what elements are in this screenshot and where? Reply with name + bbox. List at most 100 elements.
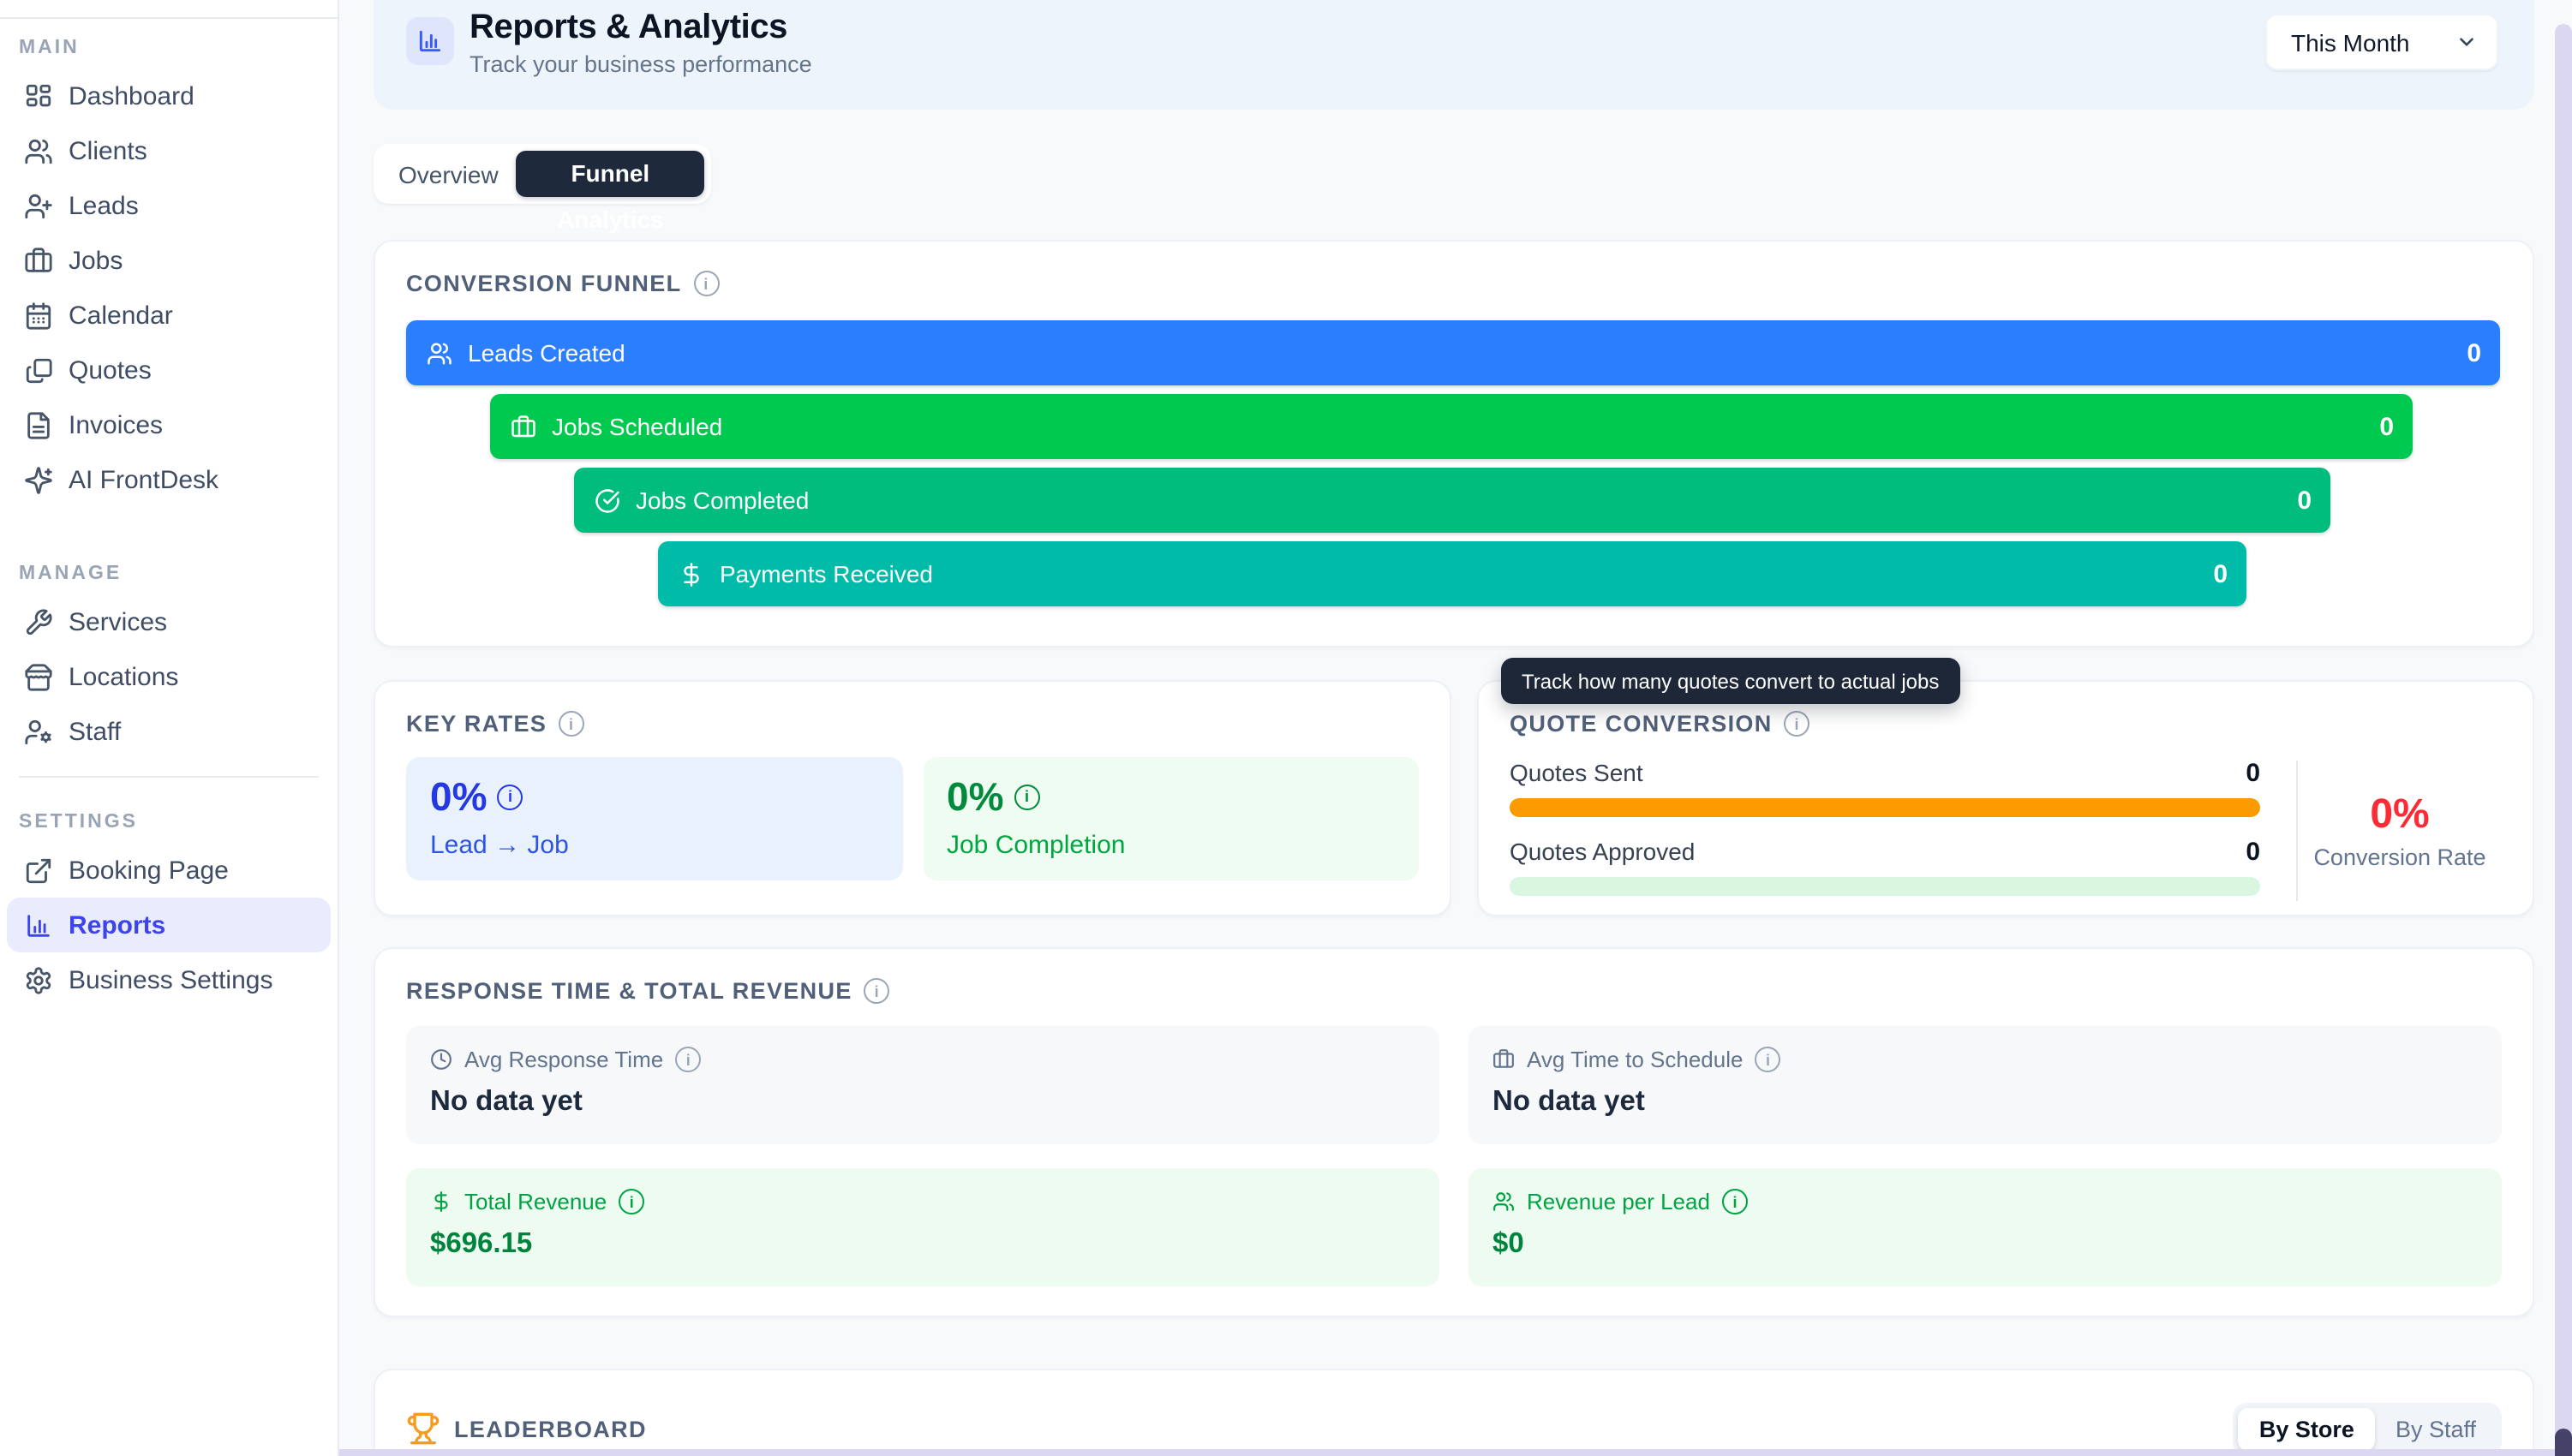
dollar-icon [430,1190,452,1213]
conversion-funnel-card: CONVERSION FUNNEL i Leads Created 0 Jobs… [374,240,2534,647]
sidebar-item-business-settings[interactable]: Business Settings [7,952,331,1007]
sidebar-item-label: Reports [69,910,165,940]
dollar-icon [679,561,704,587]
sparkles-icon [24,465,53,494]
funnel-stage-leads-created: Leads Created 0 [406,320,2500,385]
leaderboard-title: LEADERBOARD [454,1416,647,1441]
sidebar-item-label: Calendar [69,301,173,330]
briefcase-icon [24,246,53,275]
funnel-stage-jobs-scheduled: Jobs Scheduled 0 [490,394,2413,459]
tile-label: Avg Time to Schedule [1527,1047,1743,1072]
info-icon[interactable]: i [559,711,584,737]
sidebar-item-label: Quotes [69,355,152,385]
file-text-icon [24,410,53,439]
horizontal-scrollbar-track[interactable] [339,1449,2555,1456]
rate-value: 0% [947,774,1004,819]
vertical-scrollbar-thumb[interactable] [2555,1429,2572,1456]
funnel-stage-label: Jobs Completed [636,486,809,514]
clock-icon [430,1048,452,1071]
chart-column-icon [24,910,53,940]
tile-value: No data yet [430,1086,1415,1119]
quotes-sent-label: Quotes Sent [1510,759,1643,786]
sidebar-item-clients[interactable]: Clients [7,123,331,178]
tooltip: Track how many quotes convert to actual … [1501,658,1959,704]
by-store-button[interactable]: By Store [2239,1407,2375,1450]
sidebar-item-booking-page[interactable]: Booking Page [7,843,331,898]
info-icon[interactable]: i [1722,1189,1748,1214]
copy-icon [24,355,53,385]
by-staff-button[interactable]: By Staff [2375,1407,2497,1450]
quote-conversion-card: Track how many quotes convert to actual … [1477,680,2534,916]
chart-column-icon [416,27,444,55]
rate-label: Job Completion [947,831,1395,860]
sidebar-item-leads[interactable]: Leads [7,178,331,233]
info-icon[interactable]: i [619,1189,644,1214]
sidebar-item-jobs[interactable]: Jobs [7,233,331,288]
user-gear-icon [24,717,53,746]
sidebar-item-label: AI FrontDesk [69,465,218,494]
sidebar-section-manage: MANAGE [0,564,338,594]
sidebar-item-staff[interactable]: Staff [7,704,331,759]
check-circle-icon [595,487,620,513]
funnel-stage-jobs-completed: Jobs Completed 0 [574,468,2330,533]
key-rates-title: KEY RATES [406,711,547,737]
sidebar-item-label: Dashboard [69,81,194,110]
info-icon[interactable]: i [693,271,719,296]
total-revenue-tile: Total Revenue i $696.15 [406,1168,1439,1286]
quotes-approved-value: 0 [2246,837,2260,866]
info-icon[interactable]: i [1014,784,1040,809]
key-rates-card: KEY RATES i 0% i Lead → Job 0% i Job Com… [374,680,1451,916]
sidebar-item-locations[interactable]: Locations [7,649,331,704]
avg-response-time-tile: Avg Response Time i No data yet [406,1026,1439,1144]
page-subtitle: Track your business performance [470,51,812,77]
sidebar-item-quotes[interactable]: Quotes [7,343,331,397]
calendar-icon [24,301,53,330]
sidebar-divider [19,776,319,778]
header-icon-box [406,17,454,65]
sidebar: MAIN Dashboard Clients Leads Jobs Calend… [0,0,339,1456]
sidebar-item-ai-frontdesk[interactable]: AI FrontDesk [7,452,331,507]
users-icon [427,340,452,366]
avg-time-to-schedule-tile: Avg Time to Schedule i No data yet [1468,1026,2502,1144]
tile-label: Avg Response Time [464,1047,663,1072]
sidebar-top-divider [0,17,339,19]
quote-conversion-title: QUOTE CONVERSION [1510,711,1773,737]
info-icon[interactable]: i [1755,1047,1780,1072]
gear-icon [24,965,53,994]
sidebar-item-invoices[interactable]: Invoices [7,397,331,452]
sidebar-item-reports[interactable]: Reports [7,898,331,952]
page-title: Reports & Analytics [470,9,787,48]
funnel-stage-value: 0 [2297,486,2312,515]
info-icon[interactable]: i [675,1047,701,1072]
info-icon[interactable]: i [864,978,890,1004]
chevron-down-icon [2455,31,2478,53]
funnel-stage-value: 0 [2379,412,2394,441]
funnel-stage-payments-received: Payments Received 0 [658,541,2246,606]
sidebar-item-label: Leads [69,191,139,220]
info-icon[interactable]: i [1785,711,1810,737]
rate-tile-lead-to-job: 0% i Lead → Job [406,757,902,880]
sidebar-item-label: Locations [69,662,178,691]
sidebar-item-dashboard[interactable]: Dashboard [7,69,331,123]
sidebar-item-calendar[interactable]: Calendar [7,288,331,343]
sidebar-item-services[interactable]: Services [7,594,331,649]
tab-funnel-analytics[interactable]: Funnel Analytics [517,151,704,197]
sidebar-item-label: Clients [69,136,147,165]
funnel-stage-label: Jobs Scheduled [552,413,722,440]
sidebar-item-label: Business Settings [69,965,272,994]
tab-overview[interactable]: Overview [380,160,517,188]
briefcase-icon [511,414,536,439]
reports-analytics-page: MAIN Dashboard Clients Leads Jobs Calend… [0,0,2572,1456]
sidebar-item-label: Services [69,607,167,636]
sidebar-item-label: Jobs [69,246,123,275]
period-select[interactable]: This Month [2265,14,2498,70]
briefcase-icon [1492,1048,1515,1071]
report-tabs: Overview Funnel Analytics [374,144,711,204]
vertical-scrollbar-track[interactable] [2555,24,2572,1456]
response-revenue-card: RESPONSE TIME & TOTAL REVENUE i Avg Resp… [374,947,2534,1317]
period-select-value: This Month [2291,28,2410,56]
sidebar-section-settings: SETTINGS [0,812,338,843]
leaderboard-card: LEADERBOARD By Store By Staff [374,1369,2534,1456]
info-icon[interactable]: i [498,784,523,809]
funnel-stage-label: Leads Created [468,339,625,367]
